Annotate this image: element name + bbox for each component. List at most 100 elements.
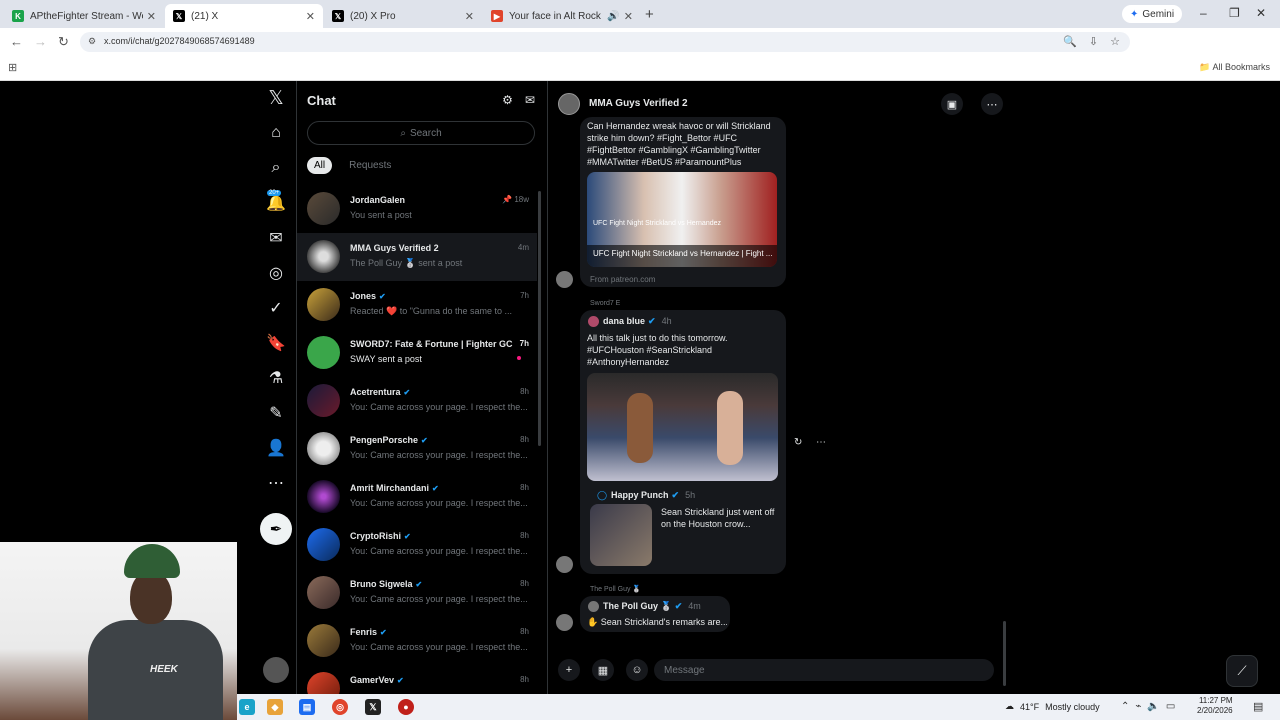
communities-icon[interactable]: ✓ [265,297,287,319]
conversation-item[interactable]: Fenris ✔ 8h You: Came across your page. I… [297,617,537,665]
link-card-image[interactable]: UFC Fight Night Strickland vs Hernandez … [587,172,777,267]
avatar [307,240,340,273]
author-avatar [588,316,599,327]
conversation-scrollbar[interactable] [1003,621,1006,686]
close-tab-icon[interactable]: ✕ [306,10,315,23]
conversation-item[interactable]: Acetrentura ✔ 8h You: Came across your pa… [297,377,537,425]
chat-search-input[interactable]: ⌕ Search [307,121,535,145]
omnibox[interactable]: ⚙ x.com/i/chat/g2027849068574691489 🔍 ⇩ … [80,32,1130,52]
conversation-item[interactable]: CryptoRishi ✔ 8h You: Came across your pa… [297,521,537,569]
media-icon[interactable]: ▦ [592,659,614,681]
group-avatar[interactable] [558,93,580,115]
back-icon[interactable]: ← [10,34,23,49]
more-icon[interactable]: ⋯ [265,472,287,494]
edge-icon[interactable]: e [239,699,255,715]
forward-icon[interactable]: → [34,34,47,49]
conversation-name: PengenPorsche ✔ [350,435,428,445]
lists-icon[interactable]: ✎ [265,402,287,424]
settings-icon[interactable]: ⚙ [502,93,513,107]
conversation-item-selected[interactable]: MMA Guys Verified 2 4m The Poll Guy 🥈 se… [297,233,537,281]
conversation-item[interactable]: Bruno Sigwela ✔ 8h You: Came across your … [297,569,537,617]
maximize-icon[interactable]: ❐ [1229,6,1240,20]
filter-all[interactable]: All [307,157,333,174]
conversation-time: 7h [519,339,529,348]
chrome-icon[interactable]: ◎ [332,699,348,715]
grok-float-button[interactable]: ⟋ [1226,655,1258,687]
close-window-icon[interactable]: ✕ [1256,6,1266,20]
add-icon[interactable]: + [558,659,580,681]
close-tab-icon[interactable]: ✕ [624,10,633,23]
quote-thumbnail[interactable] [590,504,652,566]
browser-tab-3[interactable]: 𝕏 (20) X Pro ✕ [324,4,482,28]
gemini-button[interactable]: ✦ Gemini [1122,5,1183,23]
emoji-icon[interactable]: ☺ [626,659,648,681]
conversation-time: 8h [520,675,529,684]
reload-icon[interactable]: ↻ [58,34,69,50]
conversation-name: Amrit Mirchandani ✔ [350,483,439,493]
battery-icon[interactable]: ▭ [1166,701,1175,712]
conversation-time: 8h [520,627,529,636]
quote-author-name: Happy Punch [611,490,669,500]
conversation-item[interactable]: JordanGalen 📌 18w You sent a post [297,185,537,233]
all-bookmarks-link[interactable]: 📁 All Bookmarks [1199,62,1270,73]
weather-widget[interactable]: ☁ 41°F Mostly cloudy [1005,701,1100,712]
chat-list-scrollbar[interactable] [538,191,541,446]
browser-tab-4[interactable]: ▶ Your face in Alt Rock 🔊 ✕ [483,4,641,28]
profile-icon[interactable]: 👤 [265,437,287,459]
conversation-name: Bruno Sigwela ✔ [350,579,422,589]
notifications-icon[interactable]: 🔔 20+ [265,190,287,214]
message-more-icon[interactable]: ⋯ [816,437,826,448]
conversation-item[interactable]: GamerVev ✔ 8h [297,665,537,694]
compose-post-button[interactable]: ✒ [260,513,292,545]
post-time: 4h [661,316,672,326]
x-app-icon[interactable]: 𝕏 [365,699,381,715]
bookmark-star-icon[interactable]: ☆ [1110,35,1120,48]
more-options-icon[interactable]: ⋯ [981,93,1003,115]
obs-icon[interactable]: ● [398,699,414,715]
conversation-preview: The Poll Guy 🥈 sent a post [350,258,463,268]
zoom-icon[interactable]: 🔍 [1063,35,1077,48]
account-avatar[interactable] [263,657,289,683]
notification-center-icon[interactable]: ▤ [1253,700,1263,713]
apps-grid-icon[interactable]: ⊞ [8,61,17,74]
conversation-title[interactable]: MMA Guys Verified 2 [589,98,688,109]
chevron-up-icon[interactable]: ⌃ [1121,701,1129,712]
clock[interactable]: 11:27 PM 2/20/2026 [1197,696,1233,716]
message-input[interactable]: Message [654,659,994,681]
conversation-item[interactable]: SWORD7: Fate & Fortune | Fighter GC 7h S… [297,329,537,377]
conversation-preview: You sent a post [350,210,412,220]
volume-icon[interactable]: 🔈 [1147,701,1159,712]
x-logo-icon[interactable]: 𝕏 [265,87,287,109]
home-icon[interactable]: ⌂ [265,122,287,144]
sender-avatar[interactable] [556,614,573,631]
conversation-item[interactable]: Jones ✔ 7h Reacted ❤️ to "Gunna do the sa… [297,281,537,329]
speaker-icon[interactable]: 🔊 [607,11,619,22]
sender-avatar[interactable] [556,556,573,573]
explore-icon[interactable]: ⌕ [265,157,287,179]
conversation-item[interactable]: Amrit Mirchandani ✔ 8h You: Came across y… [297,473,537,521]
sender-avatar[interactable] [556,271,573,288]
url-text: x.com/i/chat/g2027849068574691489 [104,36,255,46]
minimize-icon[interactable]: – [1200,6,1207,20]
close-tab-icon[interactable]: ✕ [147,10,156,23]
network-icon[interactable]: ⌁ [1135,701,1141,712]
video-thumbnail[interactable] [587,373,778,481]
new-chat-icon[interactable]: ✉ [525,93,535,107]
browser-tab-1[interactable]: K APtheFighter Stream - We... ✕ [4,4,164,28]
video-call-icon[interactable]: ▣ [941,93,963,115]
grok-icon[interactable]: ◎ [265,262,287,284]
filter-requests[interactable]: Requests [342,157,398,174]
app-icon[interactable]: ◆ [267,699,283,715]
share-icon[interactable]: ↻ [794,437,802,448]
messages-icon[interactable]: ✉ [265,227,287,249]
site-info-icon[interactable]: ⚙ [88,36,96,47]
conversation-item[interactable]: PengenPorsche ✔ 8h You: Came across your … [297,425,537,473]
chat-header-icons: ⚙ ✉ [502,93,535,107]
close-tab-icon[interactable]: ✕ [465,10,474,23]
browser-tab-2[interactable]: 𝕏 (21) X ✕ [165,4,323,28]
bookmarks-icon[interactable]: 🔖 [265,332,287,354]
jobs-icon[interactable]: ⚗ [265,367,287,389]
new-tab-button[interactable]: + [645,6,654,23]
store-icon[interactable]: ▤ [299,699,315,715]
install-icon[interactable]: ⇩ [1089,35,1098,48]
